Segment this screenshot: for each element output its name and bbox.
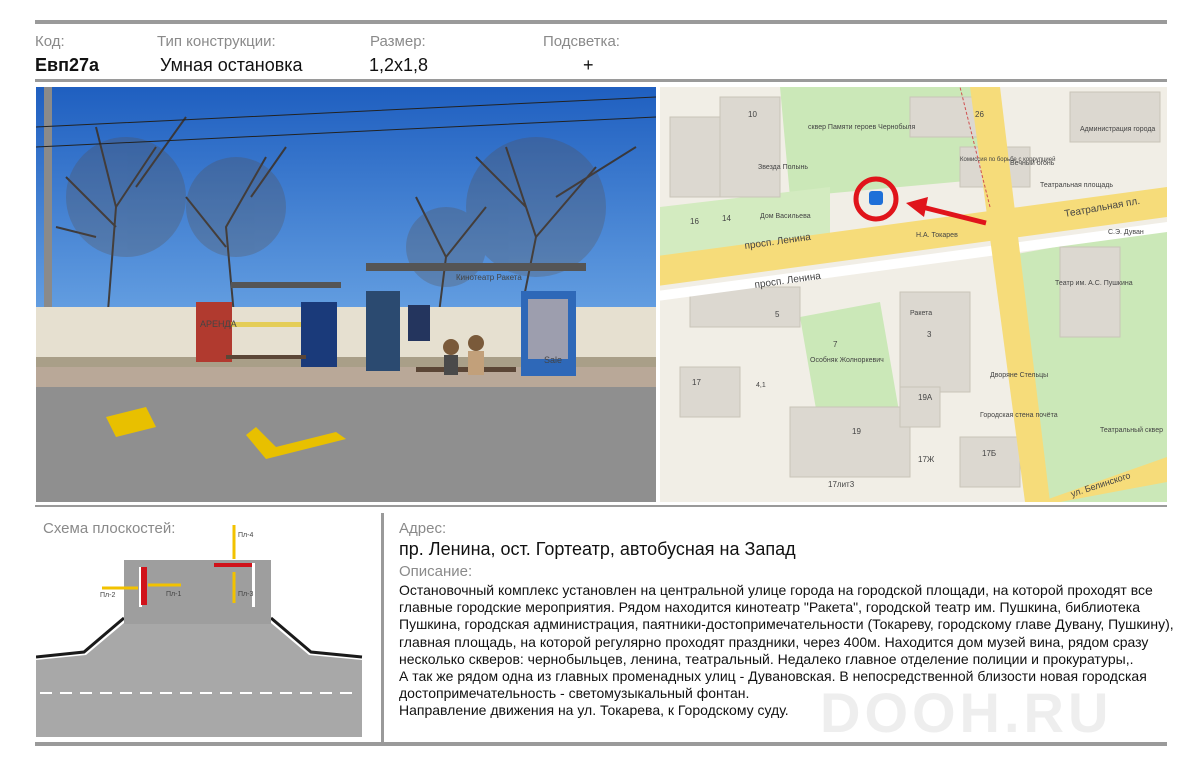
plane-1-label: Пл-1 bbox=[166, 591, 181, 598]
map-label: С.Э. Дуван bbox=[1108, 229, 1144, 236]
map-building-number: 17Б bbox=[982, 449, 996, 458]
type-value: Умная остановка bbox=[160, 55, 303, 75]
plane-2-label: Пл-2 bbox=[100, 592, 115, 599]
column-divider bbox=[381, 513, 384, 742]
planes-diagram: Пл-4 Пл-2 Пл-1 Пл-3 bbox=[35, 525, 363, 737]
description-line: Пушкина, городская администрация, паятни… bbox=[399, 616, 1174, 633]
map-label: Театральная площадь bbox=[1040, 182, 1113, 189]
type-label: Тип конструкции: bbox=[157, 33, 276, 50]
description-line: главные городские мероприятия. Рядом нах… bbox=[399, 599, 1141, 616]
code-label: Код: bbox=[35, 33, 65, 50]
plane-4-mark bbox=[214, 563, 254, 567]
bus-stop-icon bbox=[869, 191, 883, 205]
light-label: Подсветка: bbox=[543, 33, 620, 50]
size-value: 1,2x1,8 bbox=[369, 55, 429, 75]
size-label: Размер: bbox=[370, 33, 426, 50]
map-building-number: 4,1 bbox=[756, 382, 766, 389]
map-building-number: 3 bbox=[927, 330, 932, 339]
description-label: Описание: bbox=[399, 563, 473, 580]
description-line: несколько скверов: чернобыльцев, ленина,… bbox=[399, 650, 1134, 667]
map-label: Ракета bbox=[910, 310, 932, 317]
top-rule bbox=[35, 20, 1167, 24]
light-value: + bbox=[583, 55, 594, 75]
map-label: Городская стена почёта bbox=[980, 412, 1058, 419]
location-map-illustration: сквер Памяти героев Чернобыля Звезда Пол… bbox=[660, 87, 1167, 502]
map-building-number: 17Ж bbox=[918, 455, 935, 464]
map-building-number: 17 bbox=[692, 378, 701, 387]
watermark: DOOH.RU bbox=[820, 681, 1113, 744]
code-value: Евп27а bbox=[35, 55, 99, 75]
address-value: пр. Ленина, ост. Гортеатр, автобусная на… bbox=[399, 539, 796, 559]
description-line: главная площадь, на которой регулярно пр… bbox=[399, 633, 1149, 650]
map-label: Дворяне Стельцы bbox=[990, 372, 1048, 379]
map-building-number: 5 bbox=[775, 310, 780, 319]
location-map: сквер Памяти героев Чернобыля Звезда Пол… bbox=[660, 87, 1167, 502]
map-label: Театр им. А.С. Пушкина bbox=[1055, 280, 1133, 287]
map-building-number: 19 bbox=[852, 427, 861, 436]
bus-stop-photo: Кинотеатр Ракета АРЕНДА Sale bbox=[36, 87, 656, 502]
shelter-sign: Кинотеатр Ракета bbox=[456, 273, 522, 282]
map-building-number: 26 bbox=[975, 110, 984, 119]
map-building-number: 17лит3 bbox=[828, 480, 855, 489]
map-building-number: 7 bbox=[833, 340, 838, 349]
plane-1-mark bbox=[141, 567, 147, 605]
poster-right-text: Sale bbox=[544, 355, 562, 365]
map-label: Особняк Жолноркевич bbox=[810, 356, 884, 364]
map-building-number: 19А bbox=[918, 393, 933, 402]
map-label: Театральный сквер bbox=[1100, 426, 1163, 434]
map-label: Администрация города bbox=[1080, 126, 1155, 133]
header-bottom-rule bbox=[35, 79, 1167, 82]
map-label: Н.А. Токарев bbox=[916, 232, 958, 239]
plane-3-label: Пл-3 bbox=[238, 591, 253, 598]
map-label: Комиссия по борьбе с коррупцией bbox=[960, 156, 1055, 163]
plane-4-label: Пл-4 bbox=[238, 532, 253, 539]
map-building-number: 10 bbox=[748, 110, 757, 119]
map-label: Дом Васильева bbox=[760, 213, 811, 220]
section-rule bbox=[35, 505, 1167, 507]
description-line: Остановочный комплекс установлен на цент… bbox=[399, 582, 1153, 598]
bottom-rule bbox=[35, 742, 1167, 746]
map-building-number: 16 bbox=[690, 217, 699, 226]
map-label: сквер Памяти героев Чернобыля bbox=[808, 123, 915, 131]
map-building-number: 14 bbox=[722, 214, 731, 223]
address-label: Адрес: bbox=[399, 520, 447, 537]
poster-left-text: АРЕНДА bbox=[200, 319, 237, 329]
planes-schema: Пл-4 Пл-2 Пл-1 Пл-3 bbox=[35, 515, 366, 740]
map-label: Звезда Полынь bbox=[758, 164, 808, 171]
bus-stop-photo-illustration: Кинотеатр Ракета АРЕНДА Sale bbox=[36, 87, 656, 502]
